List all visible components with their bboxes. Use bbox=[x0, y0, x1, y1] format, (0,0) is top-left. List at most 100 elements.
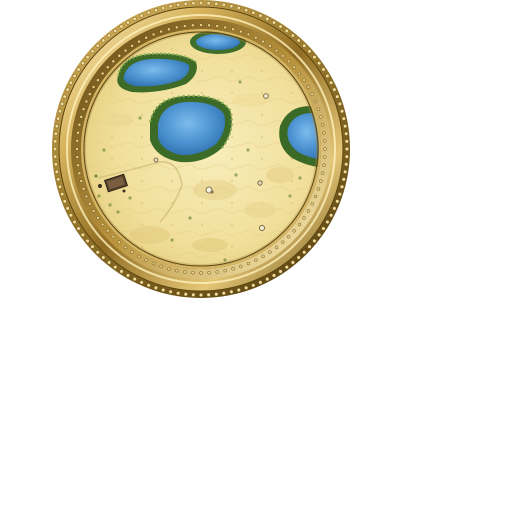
frame-bead bbox=[107, 33, 112, 38]
frame-bead bbox=[62, 94, 67, 99]
frame-bead bbox=[81, 187, 86, 191]
frame-bead bbox=[80, 232, 85, 237]
frame-bead bbox=[214, 292, 219, 297]
frame-bead bbox=[132, 277, 137, 282]
frame-bead bbox=[221, 291, 226, 296]
unit-marker-4[interactable] bbox=[258, 224, 265, 231]
frame-bead bbox=[96, 78, 100, 82]
frame-bead bbox=[175, 268, 179, 273]
frame-bead bbox=[223, 25, 227, 30]
frame-bead bbox=[325, 73, 330, 78]
frame-bead bbox=[123, 245, 128, 250]
frame-bead bbox=[54, 169, 59, 174]
shrub bbox=[102, 148, 106, 152]
frame-bead bbox=[310, 92, 314, 96]
frame-bead bbox=[215, 24, 219, 28]
frame-bead bbox=[239, 29, 243, 34]
frame-bead bbox=[125, 20, 130, 25]
frame-bead bbox=[231, 27, 235, 31]
frame-bead bbox=[337, 101, 342, 106]
shrub bbox=[188, 216, 192, 220]
frame-bead bbox=[292, 65, 296, 69]
frame-bead bbox=[244, 285, 249, 290]
frame-bead bbox=[88, 202, 92, 206]
frame-bead bbox=[76, 163, 80, 167]
shrub bbox=[246, 148, 250, 152]
frame-bead bbox=[57, 109, 62, 114]
frame-bead bbox=[246, 261, 251, 266]
frame-bead bbox=[54, 124, 59, 129]
frame-bead bbox=[231, 267, 235, 271]
frame-bead bbox=[254, 258, 258, 262]
frame-bead bbox=[344, 131, 349, 136]
frame-bead bbox=[119, 24, 124, 29]
frame-bead bbox=[79, 179, 83, 183]
frame-bead bbox=[229, 4, 234, 9]
frame-bead bbox=[332, 87, 337, 92]
shrub bbox=[298, 176, 302, 180]
frame-bead bbox=[323, 147, 327, 151]
frame-bead bbox=[88, 92, 92, 96]
frame-bead bbox=[251, 10, 256, 15]
frame-bead bbox=[329, 213, 334, 218]
frame-bead bbox=[159, 29, 163, 34]
unit-marker-3[interactable] bbox=[257, 180, 263, 186]
frame-bead bbox=[53, 146, 58, 151]
frame-bead bbox=[310, 202, 314, 206]
frame-bead bbox=[207, 271, 211, 275]
frame-bead bbox=[167, 267, 171, 271]
frame-bead bbox=[53, 154, 58, 159]
frame-bead bbox=[268, 44, 272, 48]
frame-bead bbox=[272, 273, 277, 278]
frame-bead bbox=[306, 85, 311, 89]
frame-bead bbox=[56, 116, 61, 121]
frame-bead bbox=[286, 59, 291, 64]
frame-bead bbox=[130, 44, 134, 48]
frame-bead bbox=[139, 13, 144, 18]
frame-bead bbox=[168, 4, 173, 9]
frame-bead bbox=[284, 265, 289, 270]
frame-bead bbox=[321, 226, 326, 231]
frame-bead bbox=[286, 234, 291, 239]
unit-marker-2[interactable] bbox=[263, 93, 269, 99]
frame-bead bbox=[322, 131, 326, 135]
shrub bbox=[97, 194, 101, 198]
frame-bead bbox=[319, 179, 323, 183]
frame-bead bbox=[221, 2, 226, 7]
frame-bead bbox=[302, 250, 307, 255]
frame-bead bbox=[341, 177, 346, 182]
shrub bbox=[108, 203, 112, 207]
frame-bead bbox=[239, 264, 243, 269]
frame-bead bbox=[313, 194, 318, 199]
frame-bead bbox=[307, 49, 312, 54]
frame-bead bbox=[254, 36, 258, 40]
frame-bead bbox=[302, 216, 306, 220]
frame-bead bbox=[117, 240, 121, 244]
frame-bead bbox=[322, 163, 326, 167]
frame-bead bbox=[137, 39, 141, 44]
frame-bead bbox=[100, 71, 105, 76]
frame-bead bbox=[183, 292, 188, 297]
frame-bead bbox=[168, 289, 173, 294]
frame-bead bbox=[297, 71, 302, 76]
shrub bbox=[128, 196, 132, 200]
frame-bead bbox=[281, 240, 285, 244]
frame-bead bbox=[313, 99, 318, 104]
frame-bead bbox=[125, 273, 130, 278]
frame-bead bbox=[214, 1, 219, 6]
frame-bead bbox=[302, 43, 307, 48]
frame-bead bbox=[85, 238, 90, 243]
frame-bead bbox=[106, 65, 110, 69]
frame-bead bbox=[176, 291, 181, 296]
frame-bead bbox=[57, 184, 62, 189]
frame-bead bbox=[60, 101, 65, 106]
frame-bead bbox=[95, 43, 100, 48]
frame-bead bbox=[344, 139, 349, 144]
unit-marker-5[interactable] bbox=[153, 157, 159, 163]
frame-bead bbox=[62, 199, 67, 204]
frame-bead bbox=[344, 162, 349, 167]
frame-bead bbox=[68, 213, 73, 218]
frame-bead bbox=[281, 54, 285, 58]
frame-bead bbox=[306, 209, 311, 213]
frame-bead bbox=[274, 48, 279, 53]
